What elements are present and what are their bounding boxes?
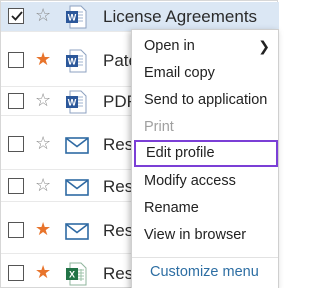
menu-item-edit-profile[interactable]: Edit profile [134, 140, 278, 167]
menu-item-print: Print [132, 114, 278, 141]
menu-item-label: Send to application [144, 92, 268, 108]
row-checkbox[interactable] [8, 222, 24, 238]
menu-item-modify-access[interactable]: Modify access [132, 168, 278, 195]
customize-menu-link[interactable]: Customize menu [132, 259, 278, 286]
svg-text:W: W [68, 13, 77, 23]
menu-item-label: Edit profile [146, 145, 215, 161]
row-checkbox[interactable] [8, 178, 24, 194]
menu-item-send-to-application[interactable]: Send to application [132, 87, 278, 114]
email-icon [65, 137, 89, 154]
row-checkbox[interactable] [8, 265, 24, 281]
menu-item-label: View in browser [144, 227, 247, 243]
star-filled-icon[interactable]: ★ [35, 262, 51, 284]
file-name[interactable]: License Agreements [103, 6, 257, 28]
list-item[interactable]: ☆ W License Agreements [1, 2, 279, 31]
menu-item-label: Open in [144, 38, 195, 54]
svg-text:W: W [68, 57, 77, 67]
word-doc-icon: W [66, 49, 87, 73]
menu-item-label: Rename [144, 200, 199, 216]
menu-item-label: Email copy [144, 65, 215, 81]
row-checkbox[interactable] [8, 8, 24, 24]
star-filled-icon[interactable]: ★ [35, 49, 51, 71]
menu-divider [132, 257, 278, 258]
star-filled-icon[interactable]: ★ [35, 219, 51, 241]
file-name[interactable]: Res [103, 134, 133, 156]
row-checkbox[interactable] [8, 136, 24, 152]
menu-item-label: Print [144, 119, 174, 135]
star-icon[interactable]: ☆ [35, 175, 51, 197]
svg-text:X: X [69, 270, 75, 280]
menu-item-view-in-browser[interactable]: View in browser [132, 222, 278, 249]
email-icon [65, 179, 89, 196]
chevron-right-icon: ❯ [258, 38, 270, 54]
menu-item-label: Modify access [144, 173, 236, 189]
excel-doc-icon: X [66, 262, 87, 286]
svg-text:W: W [68, 98, 77, 108]
menu-item-open-in[interactable]: Open in ❯ [132, 33, 278, 60]
star-icon[interactable]: ☆ [35, 5, 51, 27]
document-list: ☆ W License Agreements ★ W Pate ☆ W PDR … [0, 0, 279, 288]
menu-item-rename[interactable]: Rename [132, 195, 278, 222]
star-icon[interactable]: ☆ [35, 133, 51, 155]
star-icon[interactable]: ☆ [35, 90, 51, 112]
email-icon [65, 223, 89, 240]
row-checkbox[interactable] [8, 93, 24, 109]
checkmark-icon [11, 11, 23, 21]
word-doc-icon: W [66, 90, 87, 114]
word-doc-icon: W [66, 5, 87, 29]
context-menu: Open in ❯ Email copy Send to application… [131, 29, 279, 288]
row-checkbox[interactable] [8, 52, 24, 68]
menu-item-email-copy[interactable]: Email copy [132, 60, 278, 87]
